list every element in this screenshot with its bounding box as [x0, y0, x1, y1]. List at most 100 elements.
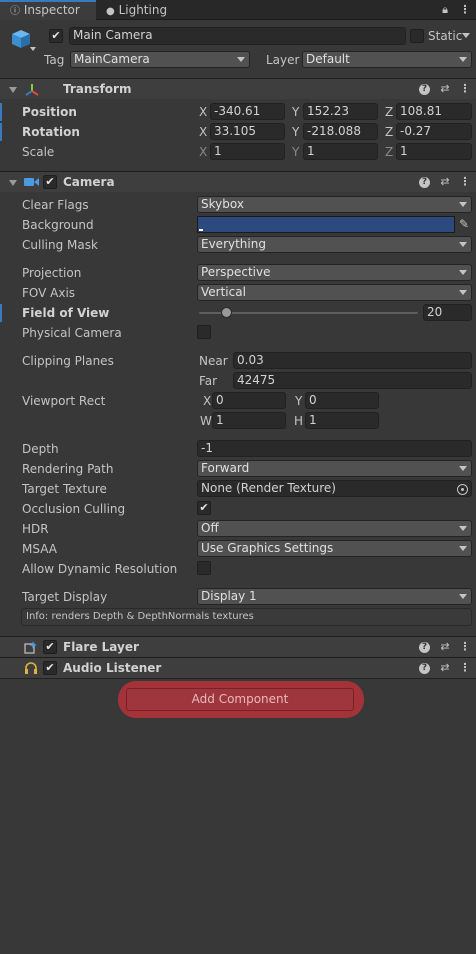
layer-label: Layer	[266, 53, 300, 67]
presets-icon[interactable]: ⇄	[438, 82, 452, 96]
depth-field[interactable]: -1	[197, 440, 472, 457]
rotation-label: Rotation	[22, 125, 80, 139]
target-texture-field[interactable]: None (Render Texture)	[197, 480, 472, 497]
chevron-down-icon	[459, 202, 467, 207]
camera-enabled-checkbox[interactable]: ✔	[43, 175, 57, 189]
tab-inspector-label: Inspector	[23, 3, 80, 17]
scale-y-field[interactable]: 1	[303, 143, 378, 160]
dynamic-resolution-checkbox[interactable]	[197, 561, 211, 575]
audio-listener-header[interactable]: ✔ Audio Listener ? ⇄ ⋮	[0, 657, 476, 678]
position-z-field[interactable]: 108.81	[396, 103, 472, 120]
axis-y-label: Y	[292, 125, 300, 139]
tab-inspector[interactable]: ⓘ Inspector	[0, 0, 96, 20]
rendering-path-dropdown[interactable]: Forward	[197, 460, 472, 477]
override-indicator	[0, 123, 2, 141]
layer-dropdown[interactable]: Default	[302, 51, 472, 68]
scale-z-field[interactable]: 1	[396, 143, 472, 160]
flare-layer-checkbox[interactable]: ✔	[43, 640, 57, 654]
culling-mask-dropdown[interactable]: Everything	[197, 236, 472, 253]
msaa-label: MSAA	[22, 542, 57, 556]
chevron-down-icon	[459, 466, 467, 471]
fov-axis-value: Vertical	[201, 285, 246, 299]
eyedropper-icon[interactable]: ✎	[456, 217, 472, 231]
more-options-icon[interactable]: ⋮	[458, 82, 472, 96]
fov-axis-dropdown[interactable]: Vertical	[197, 284, 472, 301]
icon-dropdown-arrow[interactable]	[30, 47, 36, 51]
lock-icon[interactable]: 🔒︎	[438, 3, 452, 17]
background-color-field[interactable]	[197, 216, 455, 233]
target-texture-label: Target Texture	[22, 482, 107, 496]
hdr-dropdown[interactable]: Off	[197, 520, 472, 537]
viewport-y-field[interactable]: 0	[305, 392, 379, 409]
flare-layer-header[interactable]: ✔ Flare Layer ? ⇄ ⋮	[0, 636, 476, 657]
rotation-x-field[interactable]: 33.105	[210, 123, 285, 140]
clear-flags-dropdown[interactable]: Skybox	[197, 196, 472, 213]
axis-x-label: X	[199, 145, 208, 159]
help-icon[interactable]: ?	[419, 177, 430, 188]
object-name-field[interactable]: Main Camera	[69, 27, 406, 45]
depth-label: Depth	[22, 442, 59, 456]
chevron-down-icon	[459, 526, 467, 531]
target-display-dropdown[interactable]: Display 1	[197, 588, 472, 605]
static-dropdown-arrow[interactable]	[462, 33, 470, 38]
foldout-arrow-icon[interactable]	[9, 180, 17, 186]
tab-bar: ⓘ Inspector ● Lighting 🔒︎ ⋮	[0, 0, 476, 20]
far-clip-field[interactable]: 42475	[233, 372, 472, 389]
help-icon[interactable]: ?	[419, 84, 430, 95]
more-options-icon[interactable]: ⋮	[458, 661, 472, 675]
position-x-field[interactable]: -340.61	[210, 103, 285, 120]
transform-header[interactable]: Transform ? ⇄ ⋮	[0, 78, 476, 99]
help-icon[interactable]: ?	[419, 663, 430, 674]
chevron-down-icon	[459, 57, 467, 62]
fov-value-field[interactable]: 20	[423, 304, 472, 321]
layer-value: Default	[306, 52, 350, 66]
flare-layer-icon	[24, 640, 38, 654]
viewport-h-field[interactable]: 1	[305, 412, 379, 429]
more-options-icon[interactable]: ⋮	[458, 640, 472, 654]
tag-value: MainCamera	[74, 52, 150, 66]
more-options-icon[interactable]: ⋮	[458, 175, 472, 189]
near-label: Near	[199, 354, 228, 368]
presets-icon[interactable]: ⇄	[438, 661, 452, 675]
rotation-z-field[interactable]: -0.27	[396, 123, 472, 140]
projection-dropdown[interactable]: Perspective	[197, 264, 472, 281]
camera-icon	[24, 176, 40, 188]
rotation-y-field[interactable]: -218.088	[303, 123, 378, 140]
near-clip-field[interactable]: 0.03	[233, 352, 472, 369]
clear-flags-value: Skybox	[201, 197, 244, 211]
fov-slider-thumb[interactable]	[221, 307, 233, 318]
transform-title: Transform	[63, 82, 132, 96]
foldout-arrow-icon[interactable]	[9, 87, 17, 93]
tag-label: Tag	[44, 53, 65, 67]
audio-listener-checkbox[interactable]: ✔	[43, 661, 57, 675]
clipping-planes-label: Clipping Planes	[22, 354, 114, 368]
occlusion-culling-checkbox[interactable]: ✔	[197, 501, 211, 515]
gameobject-cube-icon	[10, 28, 32, 50]
more-options-icon[interactable]: ⋮	[458, 3, 472, 17]
active-checkbox[interactable]: ✔	[49, 29, 63, 43]
camera-header[interactable]: ✔ Camera ? ⇄ ⋮	[0, 171, 476, 192]
scale-x-field[interactable]: 1	[210, 143, 285, 160]
presets-icon[interactable]: ⇄	[438, 640, 452, 654]
tag-dropdown[interactable]: MainCamera	[70, 51, 250, 68]
viewport-x-field[interactable]: 0	[212, 392, 286, 409]
help-icon[interactable]: ?	[419, 642, 430, 653]
override-indicator	[0, 103, 2, 121]
object-picker-icon[interactable]	[457, 484, 468, 495]
rendering-path-label: Rendering Path	[22, 462, 114, 476]
axis-y-label: Y	[292, 145, 300, 159]
chevron-down-icon	[459, 270, 467, 275]
axis-x-label: X	[203, 394, 212, 408]
chevron-down-icon	[459, 242, 467, 247]
tab-lighting[interactable]: ● Lighting	[100, 0, 180, 20]
presets-icon[interactable]: ⇄	[438, 175, 452, 189]
audio-listener-title: Audio Listener	[63, 661, 162, 675]
msaa-dropdown[interactable]: Use Graphics Settings	[197, 540, 472, 557]
viewport-w-field[interactable]: 1	[212, 412, 286, 429]
physical-camera-checkbox[interactable]	[197, 325, 211, 339]
add-component-button[interactable]: Add Component	[126, 688, 354, 711]
occlusion-culling-label: Occlusion Culling	[22, 502, 126, 516]
target-display-label: Target Display	[22, 590, 108, 604]
position-y-field[interactable]: 152.23	[303, 103, 378, 120]
static-checkbox[interactable]	[410, 29, 424, 43]
